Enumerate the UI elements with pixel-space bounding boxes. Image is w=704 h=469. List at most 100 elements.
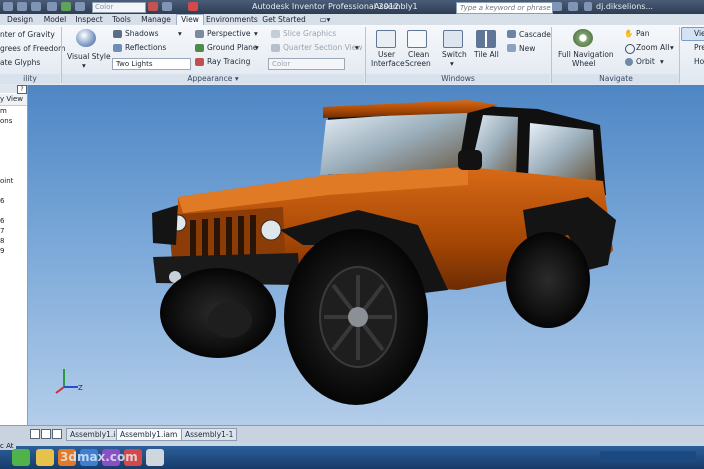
user-interface-label-1[interactable]: User xyxy=(378,50,395,59)
tab-design[interactable]: Design xyxy=(5,15,35,25)
start-icon[interactable] xyxy=(12,449,30,466)
previous-view-button[interactable]: Pre xyxy=(694,43,704,52)
browser-item[interactable]: m xyxy=(0,107,7,115)
shadows-button[interactable]: Shadows xyxy=(125,29,159,38)
full-nav-label-1[interactable]: Full Navigation xyxy=(558,50,614,59)
center-of-gravity[interactable]: nter of Gravity xyxy=(0,30,55,39)
jeep-model[interactable]: Z xyxy=(28,85,704,425)
quarter-section-dropdown-icon[interactable]: ▾ xyxy=(355,43,359,52)
graphics-viewport[interactable]: Z xyxy=(28,85,704,425)
move-icon[interactable] xyxy=(188,2,198,11)
navigate-panel-label: Navigate xyxy=(552,74,680,84)
browser-view-label[interactable]: y View xyxy=(0,95,23,103)
zoom-all-button[interactable]: Zoom All xyxy=(636,43,669,52)
orbit-icon xyxy=(625,58,633,66)
browser-item[interactable]: 9 xyxy=(0,247,4,255)
reflections-button[interactable]: Reflections xyxy=(125,43,166,52)
tile-icon[interactable] xyxy=(30,429,40,439)
system-tray xyxy=(600,451,696,463)
orbit-button[interactable]: Orbit xyxy=(636,57,655,66)
explorer-icon[interactable] xyxy=(36,449,54,466)
doc-tab-3[interactable]: Assembly1-1 xyxy=(181,428,238,441)
perspective-dropdown-icon[interactable]: ▾ xyxy=(254,29,258,38)
redo-icon[interactable] xyxy=(31,2,41,11)
undo-icon[interactable] xyxy=(17,2,27,11)
browser-item[interactable]: oint xyxy=(0,177,13,185)
ribbon-minimize-icon[interactable]: ▭▾ xyxy=(316,15,334,25)
cascade-docs-icon[interactable] xyxy=(41,429,51,439)
help-icon[interactable]: ? xyxy=(17,85,27,94)
window-list-icon[interactable] xyxy=(52,429,62,439)
navigation-wheel-icon[interactable] xyxy=(573,29,593,47)
visual-style-dropdown-icon[interactable]: ▾ xyxy=(82,61,86,70)
quarter-section-button[interactable]: Quarter Section View xyxy=(283,43,362,52)
app-menu-icon[interactable] xyxy=(3,2,13,11)
user-interface-label-2[interactable]: Interface xyxy=(371,59,405,68)
shadows-dropdown-icon[interactable]: ▾ xyxy=(178,29,182,38)
home-icon[interactable] xyxy=(47,2,57,11)
tab-model[interactable]: Model xyxy=(42,15,68,25)
orbit-dropdown-icon[interactable]: ▾ xyxy=(660,57,664,66)
browser-item[interactable]: 6 xyxy=(0,217,4,225)
ray-tracing-icon xyxy=(195,58,204,66)
clean-screen-label-1[interactable]: Clean xyxy=(408,50,429,59)
new-window-icon xyxy=(507,44,516,52)
visual-style-button[interactable]: Visual Style xyxy=(67,52,111,61)
full-nav-label-2[interactable]: Wheel xyxy=(572,59,595,68)
new-window-button[interactable]: New xyxy=(519,44,535,53)
subscription-icon[interactable] xyxy=(568,2,578,11)
pan-button[interactable]: Pan xyxy=(636,29,650,38)
inventor-task-icon[interactable] xyxy=(146,449,164,466)
doc-tab-2[interactable]: Assembly1.iam × xyxy=(116,428,190,441)
browser-item[interactable]: 6 xyxy=(0,197,4,205)
view-face-button[interactable]: Vie xyxy=(694,29,704,38)
windows-panel-label: Windows xyxy=(366,74,550,84)
browser-item[interactable]: 8 xyxy=(0,237,4,245)
tab-manage[interactable]: Manage xyxy=(139,15,173,25)
switch-icon[interactable] xyxy=(443,30,463,48)
tab-inspect[interactable]: Inspect xyxy=(74,15,104,25)
search-input[interactable]: Type a keyword or phrase xyxy=(456,2,553,14)
pan-icon: ✋ xyxy=(624,29,634,38)
slice-graphics-button[interactable]: Slice Graphics xyxy=(283,29,336,38)
switch-dropdown-icon[interactable]: ▾ xyxy=(450,59,454,68)
cascade-icon xyxy=(507,30,516,38)
tab-environments[interactable]: Environments xyxy=(206,15,258,25)
tile-all-button[interactable]: Tile All xyxy=(474,50,499,59)
switch-button[interactable]: Switch xyxy=(442,50,467,59)
ray-tracing-button[interactable]: Ray Tracing xyxy=(207,57,250,66)
clean-screen-icon[interactable] xyxy=(407,30,427,48)
tile-all-icon[interactable] xyxy=(476,30,496,48)
home-view-button[interactable]: Ho xyxy=(694,57,704,66)
user-name[interactable]: dj.dikselions... xyxy=(596,2,653,11)
tab-tools[interactable]: Tools xyxy=(109,15,134,25)
model-browser: ? y View m ons oint 6 6 7 8 9 xyxy=(0,85,28,425)
color-combo-quick[interactable]: Color xyxy=(92,2,146,13)
document-tabs: Assembly1.iam Assembly1.iam × Assembly1-… xyxy=(0,425,704,442)
user-interface-icon[interactable] xyxy=(376,30,396,48)
select-icon[interactable] xyxy=(75,2,85,11)
divider xyxy=(679,27,680,83)
measure-icon[interactable] xyxy=(162,2,172,11)
material-icon[interactable] xyxy=(148,2,158,11)
ground-plane-dropdown-icon[interactable]: ▾ xyxy=(255,43,259,52)
ground-plane-button[interactable]: Ground Plane xyxy=(207,43,258,52)
browser-item[interactable]: 7 xyxy=(0,227,4,235)
browser-item[interactable]: ons xyxy=(0,117,12,125)
cascade-button[interactable]: Cascade xyxy=(519,30,551,39)
visibility-panel-label: ility xyxy=(0,74,60,84)
appearance-color-combo[interactable]: Color xyxy=(268,58,345,70)
update-icon[interactable] xyxy=(61,2,71,11)
clean-screen-label-2[interactable]: Screen xyxy=(405,59,431,68)
zoom-dropdown-icon[interactable]: ▾ xyxy=(670,43,674,52)
degrees-of-freedom[interactable]: grees of Freedom xyxy=(0,44,65,53)
perspective-button[interactable]: Perspective xyxy=(207,29,250,38)
reflections-icon xyxy=(113,44,122,52)
search-binoculars-icon[interactable] xyxy=(552,2,562,11)
visual-style-icon[interactable] xyxy=(76,29,96,47)
isolate-glyphs[interactable]: ate Glyphs xyxy=(0,58,40,67)
perspective-icon xyxy=(195,30,204,38)
tab-get-started[interactable]: Get Started xyxy=(262,15,306,25)
user-icon[interactable] xyxy=(584,2,592,11)
lighting-combo[interactable]: Two Lights xyxy=(112,58,191,70)
